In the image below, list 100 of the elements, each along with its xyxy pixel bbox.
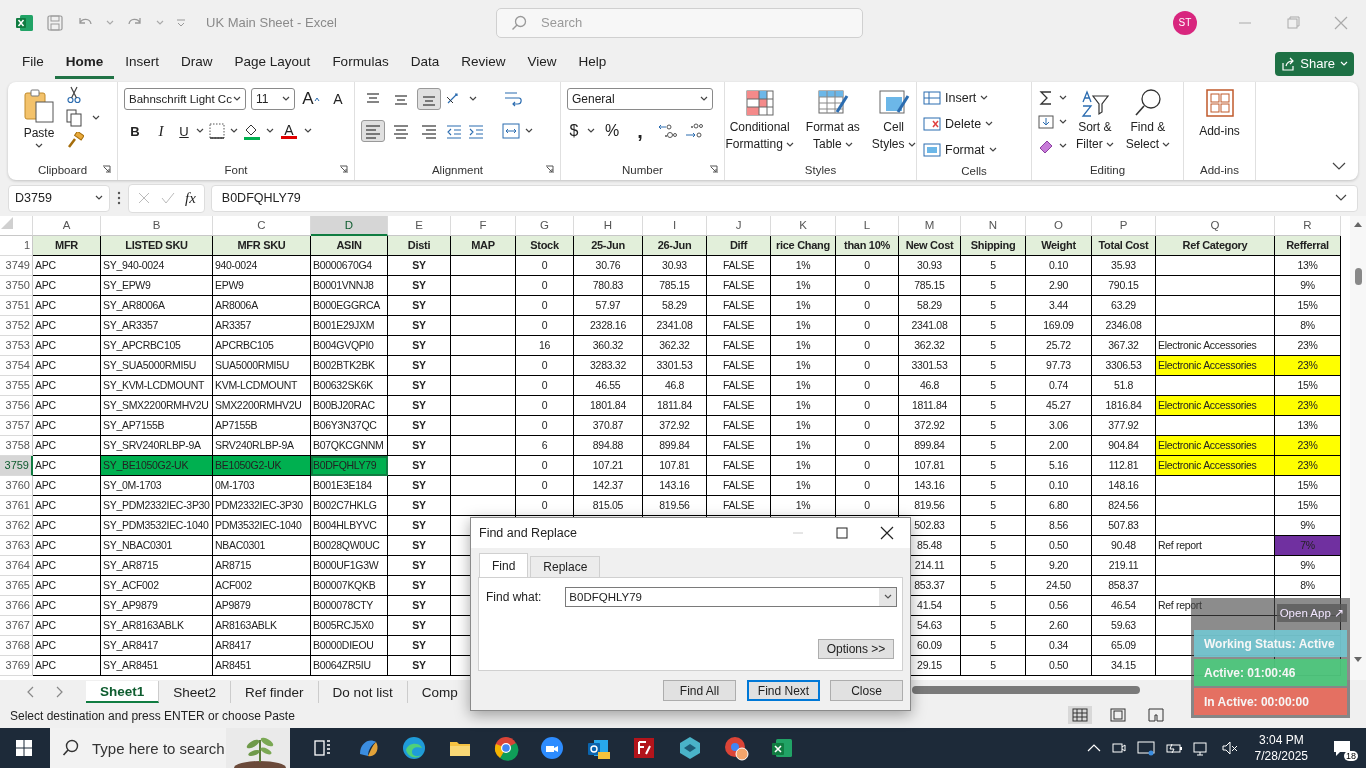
- menu-tab[interactable]: Home: [54, 48, 115, 79]
- row-number[interactable]: 3750: [0, 276, 33, 296]
- merge-cells-icon[interactable]: [501, 122, 521, 140]
- menu-tab[interactable]: Page Layout: [223, 48, 322, 79]
- dialog-launcher-icon[interactable]: [339, 165, 348, 174]
- italic-button[interactable]: I: [150, 120, 172, 142]
- caret-icon[interactable]: [1162, 141, 1171, 148]
- decrease-decimal-icon[interactable]: [683, 122, 703, 140]
- caret-icon[interactable]: [985, 121, 994, 127]
- add-ins-icon[interactable]: [1204, 88, 1235, 118]
- row-number[interactable]: 3765: [0, 576, 33, 596]
- caret-icon[interactable]: [266, 128, 274, 134]
- row-number[interactable]: 3749: [0, 256, 33, 276]
- increase-font-size-button[interactable]: A: [300, 88, 322, 110]
- find-what-field[interactable]: B0DFQHLY79: [565, 587, 898, 607]
- styles-button[interactable]: Format as Table: [802, 86, 863, 154]
- row-number[interactable]: 3769: [0, 656, 33, 676]
- magnifier-icon[interactable]: [1132, 88, 1163, 118]
- spreadsheet-logo-icon[interactable]: [16, 13, 34, 32]
- column-header[interactable]: O: [1026, 216, 1092, 236]
- column-header[interactable]: P: [1092, 216, 1156, 236]
- clipboard-icon[interactable]: [23, 88, 55, 124]
- name-box[interactable]: D3759: [8, 184, 110, 212]
- caret-icon[interactable]: [282, 96, 290, 102]
- dialog-tab[interactable]: Find: [479, 553, 529, 577]
- sort-filter-icon[interactable]: [1079, 88, 1110, 118]
- sheet-tab[interactable]: Sheet1: [86, 681, 160, 703]
- column-header[interactable]: B: [101, 216, 213, 236]
- font-name-dropdown[interactable]: Bahnschrift Light Cc: [124, 88, 246, 110]
- row-number[interactable]: 3768: [0, 636, 33, 656]
- dialog-tab[interactable]: Replace: [530, 556, 601, 577]
- column-header[interactable]: J: [707, 216, 771, 236]
- decrease-font-size-button[interactable]: A: [327, 88, 349, 110]
- caret-icon[interactable]: [304, 128, 312, 134]
- row-number[interactable]: 3755: [0, 376, 33, 396]
- column-header[interactable]: H: [574, 216, 643, 236]
- caret-icon[interactable]: [92, 115, 100, 121]
- menu-tab[interactable]: Help: [567, 48, 618, 79]
- delete-cells-icon[interactable]: [923, 116, 941, 132]
- show-hidden-icons-icon[interactable]: [1086, 743, 1101, 753]
- sum-icon[interactable]: [1038, 90, 1054, 106]
- caret-icon[interactable]: [980, 95, 989, 101]
- percent-button[interactable]: %: [601, 120, 623, 142]
- add-ins-button[interactable]: Add-ins: [1196, 86, 1243, 141]
- editing-button[interactable]: Sort & Filter: [1073, 86, 1117, 154]
- column-header[interactable]: K: [771, 216, 836, 236]
- row-number[interactable]: 3756: [0, 396, 33, 416]
- clock-date[interactable]: 7/28/2025: [1254, 748, 1308, 764]
- dialog-button[interactable]: Find Next: [747, 680, 820, 701]
- maximize-icon[interactable]: [836, 527, 848, 539]
- comma-style-button[interactable]: ,: [629, 120, 651, 142]
- cells-button[interactable]: Insert: [923, 86, 989, 110]
- caret-icon[interactable]: [230, 128, 238, 134]
- profile-browser-icon[interactable]: [722, 734, 750, 762]
- wave-browser-icon[interactable]: [400, 734, 428, 762]
- row-number[interactable]: 3760: [0, 476, 33, 496]
- muted-speaker-icon[interactable]: [1220, 740, 1239, 756]
- up-caret-icon[interactable]: [313, 97, 320, 101]
- caret-icon[interactable]: [196, 128, 204, 134]
- menu-tab[interactable]: Data: [399, 48, 451, 79]
- caret-icon[interactable]: [700, 96, 708, 102]
- column-header[interactable]: Q: [1156, 216, 1275, 236]
- menu-tab[interactable]: Formulas: [321, 48, 400, 79]
- caret-icon[interactable]: [95, 195, 103, 201]
- scrollbar-thumb[interactable]: [1354, 268, 1362, 285]
- menu-tab[interactable]: View: [516, 48, 568, 79]
- column-header[interactable]: C: [213, 216, 311, 236]
- font-color-button[interactable]: A: [278, 120, 300, 142]
- format-painter-icon[interactable]: [66, 132, 84, 150]
- column-header[interactable]: I: [643, 216, 707, 236]
- column-header[interactable]: D: [311, 216, 388, 236]
- scroll-up-icon[interactable]: [1353, 220, 1363, 228]
- number-format-dropdown[interactable]: General: [567, 88, 713, 110]
- insert-cells-icon[interactable]: [923, 90, 941, 106]
- taskbar-search-field[interactable]: Type here to search: [50, 728, 290, 768]
- caret-icon[interactable]: [469, 96, 477, 102]
- caret-icon[interactable]: [883, 594, 892, 600]
- row-number[interactable]: 3766: [0, 596, 33, 616]
- search-icon[interactable]: [62, 739, 80, 757]
- next-sheet-icon[interactable]: [56, 686, 64, 698]
- caret-icon[interactable]: [233, 96, 241, 102]
- chat-app-icon[interactable]: [538, 734, 566, 762]
- caret-icon[interactable]: [988, 147, 997, 153]
- menu-tab[interactable]: Draw: [170, 48, 224, 79]
- row-number[interactable]: 3754: [0, 356, 33, 376]
- caret-icon[interactable]: [525, 128, 533, 134]
- column-header[interactable]: M: [899, 216, 961, 236]
- dialog-launcher-icon[interactable]: [545, 165, 554, 174]
- column-header[interactable]: F: [451, 216, 516, 236]
- row-number[interactable]: 3752: [0, 316, 33, 336]
- column-header[interactable]: N: [961, 216, 1026, 236]
- row-number[interactable]: 3757: [0, 416, 33, 436]
- menu-tab[interactable]: Review: [450, 48, 517, 79]
- borders-icon[interactable]: [208, 122, 226, 140]
- font-size-dropdown[interactable]: 11: [251, 88, 295, 110]
- row-number[interactable]: 3753: [0, 336, 33, 356]
- eraser-icon[interactable]: [1038, 138, 1054, 154]
- caret-icon[interactable]: [1059, 119, 1067, 125]
- caret-icon[interactable]: [907, 141, 916, 148]
- caret-icon[interactable]: [35, 143, 43, 149]
